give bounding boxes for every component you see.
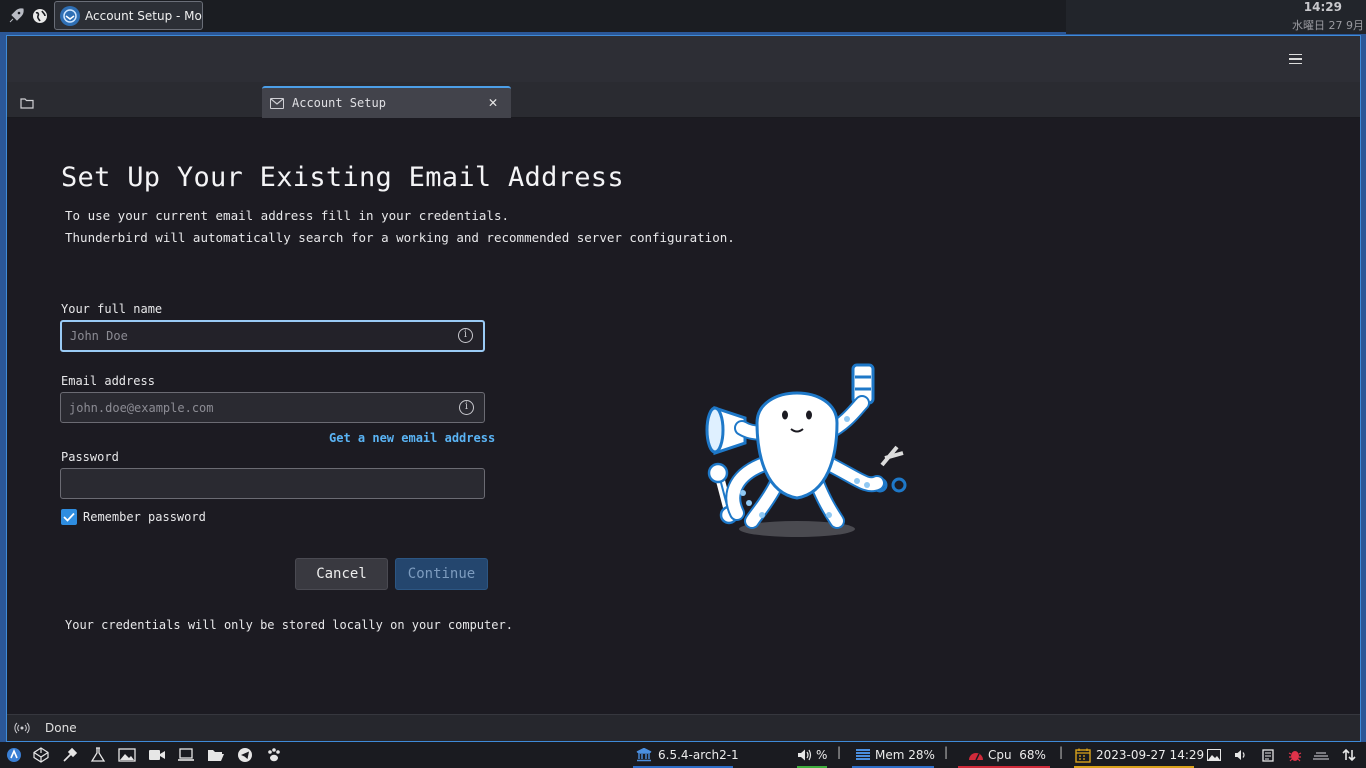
video-camera-icon[interactable] [147, 745, 167, 765]
rocket-icon[interactable] [4, 4, 28, 28]
datetime-value: 2023-09-27 14:29 [1096, 748, 1205, 762]
image-tray-icon[interactable] [1204, 745, 1224, 765]
volume-widget[interactable]: % [797, 745, 827, 765]
octopus-mascot-icon [705, 363, 907, 537]
separator: | [837, 745, 842, 759]
continue-button[interactable]: Continue [395, 558, 488, 590]
separator: | [944, 745, 949, 759]
calendar-icon [1075, 748, 1091, 763]
folder-icon[interactable] [20, 94, 34, 109]
hamburger-menu-icon[interactable] [1284, 50, 1306, 68]
network-arrows-icon[interactable] [1339, 745, 1359, 765]
keyboard-icon[interactable] [1311, 745, 1331, 765]
memory-icon [856, 749, 870, 760]
password-label: Password [61, 450, 119, 464]
paw-icon[interactable] [264, 745, 284, 765]
status-bar: Done [7, 714, 1360, 741]
memory-usage: Mem 28% [875, 748, 935, 762]
image-viewer-icon[interactable] [117, 745, 137, 765]
color-picker-icon[interactable] [60, 745, 80, 765]
credentials-note: Your credentials will only be stored loc… [65, 618, 513, 632]
clock-time: 14:29 [1303, 0, 1342, 14]
page-title: Set Up Your Existing Email Address [61, 162, 624, 193]
laptop-icon[interactable] [176, 745, 196, 765]
arch-menu-icon[interactable] [4, 745, 24, 765]
tab-account-setup-label: Account Setup [292, 96, 386, 110]
globe-icon[interactable] [28, 4, 52, 28]
bank-icon [636, 748, 652, 762]
full-name-field: i [60, 320, 485, 352]
speaker-icon [798, 749, 812, 761]
info-icon[interactable]: i [459, 400, 474, 415]
full-name-input[interactable] [70, 322, 450, 350]
cpu-widget[interactable]: Cpu 68% [968, 745, 1046, 765]
status-text: Done [45, 721, 77, 735]
wifi-signal-icon[interactable] [14, 721, 30, 735]
get-new-email-link[interactable]: Get a new email address [329, 431, 495, 445]
password-field [60, 468, 485, 499]
window-titlebar [7, 36, 1360, 82]
taskbar-thunderbird-button[interactable]: Account Setup - Mo... [54, 1, 203, 30]
close-icon[interactable]: ✕ [485, 94, 501, 110]
full-name-label: Your full name [61, 302, 163, 316]
remember-password-label[interactable]: Remember password [83, 510, 206, 524]
kernel-widget[interactable]: 6.5.4-arch2-1 [636, 745, 739, 765]
tab-bar: Account Setup ✕ [7, 82, 1360, 118]
envelope-icon [270, 97, 284, 109]
datetime-widget[interactable]: 2023-09-27 14:29 [1075, 745, 1204, 765]
taskbar-thunderbird-title: Account Setup - Mo... [85, 8, 203, 23]
tab-account-setup[interactable]: Account Setup ✕ [262, 86, 511, 118]
telegram-icon[interactable] [235, 745, 255, 765]
email-input[interactable] [69, 393, 449, 422]
volume-tray-icon[interactable] [1231, 745, 1251, 765]
info-icon[interactable]: i [458, 328, 473, 343]
email-label: Email address [61, 374, 155, 388]
clipboard-icon[interactable] [1258, 745, 1278, 765]
thunderbird-icon [60, 5, 80, 26]
clock-widget[interactable]: 14:29 水曜日 27 9月 [1066, 0, 1366, 34]
remember-password-checkbox[interactable] [61, 509, 77, 525]
cpu-usage: Cpu 68% [988, 748, 1046, 762]
bug-icon[interactable] [1285, 745, 1305, 765]
password-input[interactable] [69, 469, 449, 498]
clock-date: 水曜日 27 9月 [1292, 19, 1364, 32]
kernel-version: 6.5.4-arch2-1 [658, 748, 739, 762]
bottom-panel: 6.5.4-arch2-1 % | Mem 28% | Cpu 68% | 20… [0, 742, 1366, 768]
separator: | [1059, 745, 1064, 759]
cancel-button[interactable]: Cancel [295, 558, 388, 590]
gauge-icon [969, 753, 983, 761]
folder-open-icon[interactable] [206, 745, 226, 765]
email-field: i [60, 392, 485, 423]
volume-value: % [816, 748, 828, 762]
account-setup-page: Set Up Your Existing Email Address To us… [7, 118, 1360, 714]
flask-icon[interactable] [88, 745, 108, 765]
description-line-2: Thunderbird will automatically search fo… [65, 230, 735, 245]
thunderbird-window: Account Setup ✕ Set Up Your Existing Ema… [6, 35, 1361, 742]
top-panel: Account Setup - Mo... 14:29 水曜日 27 9月 [0, 0, 1366, 34]
codepen-icon[interactable] [31, 745, 51, 765]
description-line-1: To use your current email address fill i… [65, 208, 510, 223]
memory-widget[interactable]: Mem 28% [855, 745, 935, 765]
